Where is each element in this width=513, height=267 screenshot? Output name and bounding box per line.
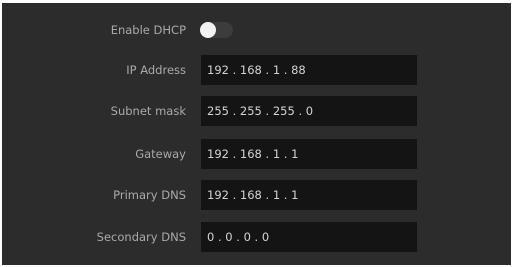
dhcp-toggle[interactable]	[200, 22, 233, 38]
subnet-mask-row: Subnet mask 255 . 255 . 255 . 0	[2, 96, 511, 126]
dhcp-toggle-knob	[200, 22, 216, 38]
subnet-mask-label: Subnet mask	[110, 104, 186, 118]
dhcp-row: Enable DHCP	[2, 15, 511, 45]
network-settings-panel: Enable DHCP IP Address 192 . 168 . 1 . 8…	[2, 3, 511, 265]
ip-address-row: IP Address 192 . 168 . 1 . 88	[2, 55, 511, 85]
subnet-mask-input[interactable]: 255 . 255 . 255 . 0	[201, 96, 417, 126]
secondary-dns-label: Secondary DNS	[96, 230, 186, 244]
gateway-label: Gateway	[135, 147, 186, 161]
secondary-dns-row: Secondary DNS 0 . 0 . 0 . 0	[2, 222, 511, 252]
primary-dns-label: Primary DNS	[113, 188, 186, 202]
gateway-input[interactable]: 192 . 168 . 1 . 1	[201, 139, 417, 169]
primary-dns-row: Primary DNS 192 . 168 . 1 . 1	[2, 180, 511, 210]
gateway-row: Gateway 192 . 168 . 1 . 1	[2, 139, 511, 169]
primary-dns-input[interactable]: 192 . 168 . 1 . 1	[201, 180, 417, 210]
dhcp-label: Enable DHCP	[110, 23, 186, 37]
ip-address-label: IP Address	[126, 63, 186, 77]
secondary-dns-input[interactable]: 0 . 0 . 0 . 0	[201, 222, 417, 252]
ip-address-input[interactable]: 192 . 168 . 1 . 88	[201, 55, 417, 85]
